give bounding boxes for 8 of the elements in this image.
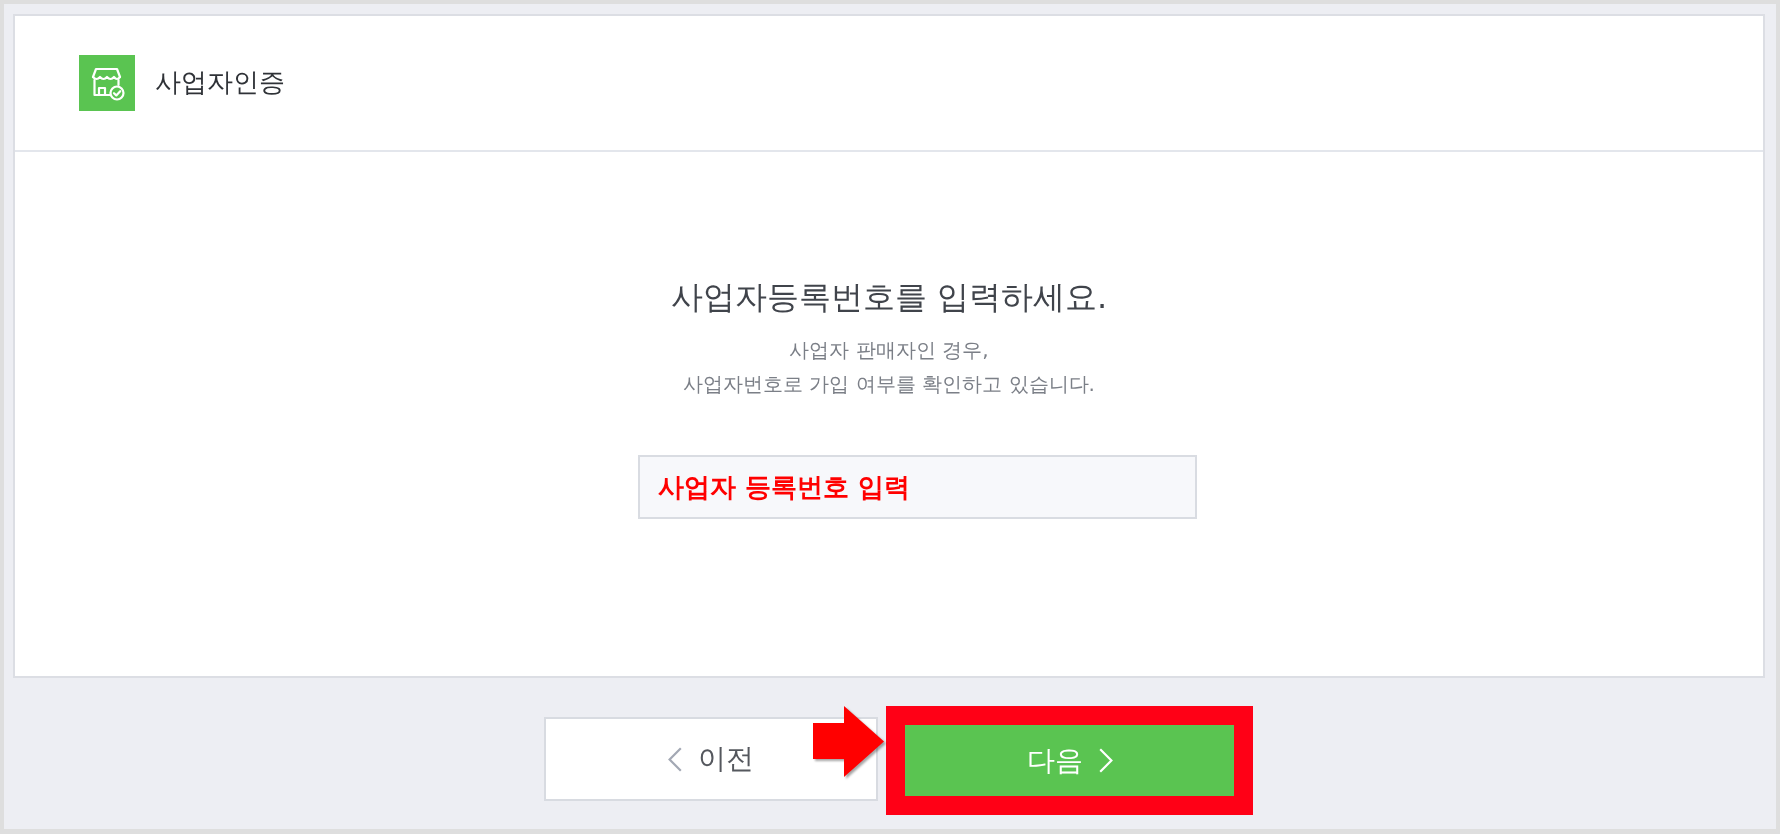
chevron-left-icon xyxy=(668,746,682,772)
arrow-annotation-overlay xyxy=(813,706,884,777)
business-number-field[interactable]: 사업자 등록번호 입력 xyxy=(638,455,1197,519)
store-check-icon xyxy=(79,55,135,111)
description-text: 사업자 판매자인 경우, 사업자번호로 가입 여부를 확인하고 있습니다. xyxy=(682,337,1096,398)
chevron-right-icon xyxy=(1098,748,1113,773)
heading-text: 사업자등록번호를 입력하세요. xyxy=(669,277,1109,318)
page-title: 사업자인증 xyxy=(155,67,285,99)
